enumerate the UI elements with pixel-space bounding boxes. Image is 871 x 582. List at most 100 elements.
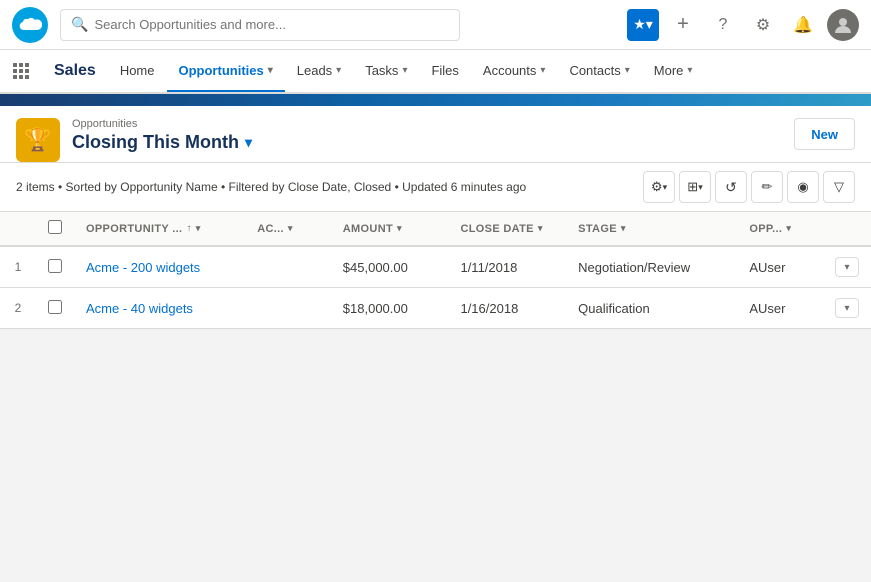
nav-files[interactable]: Files	[419, 50, 470, 92]
favorites-button[interactable]: ★▾	[627, 9, 659, 41]
row-1-action[interactable]: ▾	[823, 246, 871, 288]
row-2-close-date: 1/16/2018	[448, 288, 566, 329]
add-button[interactable]: +	[667, 9, 699, 41]
nav-leads[interactable]: Leads ▾	[285, 50, 353, 92]
search-icon: 🔍	[71, 16, 88, 33]
nav-home[interactable]: Home	[108, 50, 167, 92]
th-owner[interactable]: OPP... ▾	[737, 212, 823, 246]
page-banner	[0, 94, 871, 106]
row-1-opportunity-link[interactable]: Acme - 200 widgets	[86, 260, 200, 275]
row-1-num: 1	[0, 246, 36, 288]
table-view-button[interactable]: ⊞ ▾	[679, 171, 711, 203]
row-2-amount: $18,000.00	[331, 288, 449, 329]
gear-settings-icon: ⚙	[651, 179, 663, 195]
chart-icon: ◉	[797, 179, 808, 195]
row-2-checkbox[interactable]	[48, 300, 62, 314]
th-row-num	[0, 212, 36, 246]
sort-asc-icon: ↑	[186, 223, 191, 234]
search-bar[interactable]: 🔍	[60, 9, 460, 41]
more-chevron: ▾	[687, 65, 692, 76]
stage-col-chevron: ▾	[621, 223, 626, 234]
table-row: 1 Acme - 200 widgets $45,000.00 1/11/201…	[0, 246, 871, 288]
edit-button[interactable]: ✏	[751, 171, 783, 203]
row-2-opportunity-link[interactable]: Acme - 40 widgets	[86, 301, 193, 316]
row-2-owner: AUser	[737, 288, 823, 329]
list-view-toolbar: 2 items • Sorted by Opportunity Name • F…	[0, 163, 871, 212]
salesforce-logo[interactable]	[12, 7, 48, 43]
toolbar-actions: ⚙ ▾ ⊞ ▾ ↺ ✏ ◉ ▽	[643, 171, 855, 203]
opp2-col-chevron: ▾	[786, 223, 791, 234]
page-content: 🏆 Opportunities Closing This Month ▾ New…	[0, 106, 871, 329]
tasks-chevron: ▾	[402, 65, 407, 76]
row-1-owner: AUser	[737, 246, 823, 288]
row-1-checkbox[interactable]	[48, 259, 62, 273]
th-close-date[interactable]: CLOSE DATE ▾	[448, 212, 566, 246]
th-action	[823, 212, 871, 246]
row-2-account	[245, 288, 331, 329]
help-button[interactable]: ?	[707, 9, 739, 41]
nav-tasks[interactable]: Tasks ▾	[353, 50, 419, 92]
search-input[interactable]	[94, 17, 449, 32]
row-2-dropdown-button[interactable]: ▾	[835, 298, 859, 318]
pencil-icon: ✏	[762, 179, 773, 195]
table-view-icon: ⊞	[687, 179, 698, 195]
refresh-icon: ↺	[725, 179, 737, 196]
row-2-action[interactable]: ▾	[823, 288, 871, 329]
nav-more[interactable]: More ▾	[642, 50, 705, 92]
th-opportunity[interactable]: OPPORTUNITY ... ↑ ▾	[74, 212, 245, 246]
avatar[interactable]	[827, 9, 859, 41]
nav-accounts[interactable]: Accounts ▾	[471, 50, 558, 92]
nav-contacts[interactable]: Contacts ▾	[557, 50, 641, 92]
trophy-icon: 🏆	[24, 127, 51, 153]
row-1-opportunity[interactable]: Acme - 200 widgets	[74, 246, 245, 288]
th-select-all[interactable]	[36, 212, 74, 246]
amt-col-chevron: ▾	[397, 223, 402, 234]
list-header-text: Opportunities Closing This Month ▾	[72, 118, 252, 153]
row-2-stage: Qualification	[566, 288, 737, 329]
page-title: Closing This Month ▾	[72, 132, 252, 153]
title-chevron-icon[interactable]: ▾	[245, 134, 252, 151]
app-navigation: Sales Home Opportunities ▾ Leads ▾ Tasks…	[0, 50, 871, 94]
row-1-dropdown-button[interactable]: ▾	[835, 257, 859, 277]
table-chevron-icon: ▾	[698, 182, 703, 193]
new-button[interactable]: New	[794, 118, 855, 150]
list-header-left: 🏆 Opportunities Closing This Month ▾	[16, 118, 252, 162]
nav-icons: ★▾ + ? ⚙ 🔔	[627, 9, 859, 41]
breadcrumb: Opportunities	[72, 118, 252, 130]
opp-col-chevron: ▾	[196, 223, 201, 234]
list-view-header: 🏆 Opportunities Closing This Month ▾ New	[0, 106, 871, 163]
grid-icon[interactable]	[8, 50, 38, 92]
ac-col-chevron: ▾	[288, 223, 293, 234]
nav-opportunities[interactable]: Opportunities ▾	[167, 50, 285, 92]
refresh-button[interactable]: ↺	[715, 171, 747, 203]
contacts-chevron: ▾	[625, 65, 630, 76]
gear-chevron-icon: ▾	[663, 182, 668, 193]
settings-button[interactable]: ⚙	[747, 9, 779, 41]
accounts-chevron: ▾	[540, 65, 545, 76]
select-all-checkbox[interactable]	[48, 220, 62, 234]
opportunities-chevron: ▾	[268, 65, 273, 76]
list-info: 2 items • Sorted by Opportunity Name • F…	[16, 180, 526, 194]
opportunities-table: OPPORTUNITY ... ↑ ▾ AC... ▾ AMOUNT	[0, 212, 871, 329]
row-2-opportunity[interactable]: Acme - 40 widgets	[74, 288, 245, 329]
th-amount[interactable]: AMOUNT ▾	[331, 212, 449, 246]
filter-icon: ▽	[834, 179, 844, 195]
th-stage[interactable]: STAGE ▾	[566, 212, 737, 246]
settings-dropdown-button[interactable]: ⚙ ▾	[643, 171, 675, 203]
row-1-account	[245, 246, 331, 288]
row-2-checkbox-cell[interactable]	[36, 288, 74, 329]
table-row: 2 Acme - 40 widgets $18,000.00 1/16/2018…	[0, 288, 871, 329]
row-1-amount: $45,000.00	[331, 246, 449, 288]
list-icon-box: 🏆	[16, 118, 60, 162]
data-table-wrapper: OPPORTUNITY ... ↑ ▾ AC... ▾ AMOUNT	[0, 212, 871, 329]
app-name: Sales	[42, 50, 108, 92]
th-account[interactable]: AC... ▾	[245, 212, 331, 246]
filter-button[interactable]: ▽	[823, 171, 855, 203]
chart-button[interactable]: ◉	[787, 171, 819, 203]
row-1-checkbox-cell[interactable]	[36, 246, 74, 288]
table-header-row: OPPORTUNITY ... ↑ ▾ AC... ▾ AMOUNT	[0, 212, 871, 246]
row-1-stage: Negotiation/Review	[566, 246, 737, 288]
notifications-button[interactable]: 🔔	[787, 9, 819, 41]
row-1-close-date: 1/11/2018	[448, 246, 566, 288]
leads-chevron: ▾	[336, 65, 341, 76]
